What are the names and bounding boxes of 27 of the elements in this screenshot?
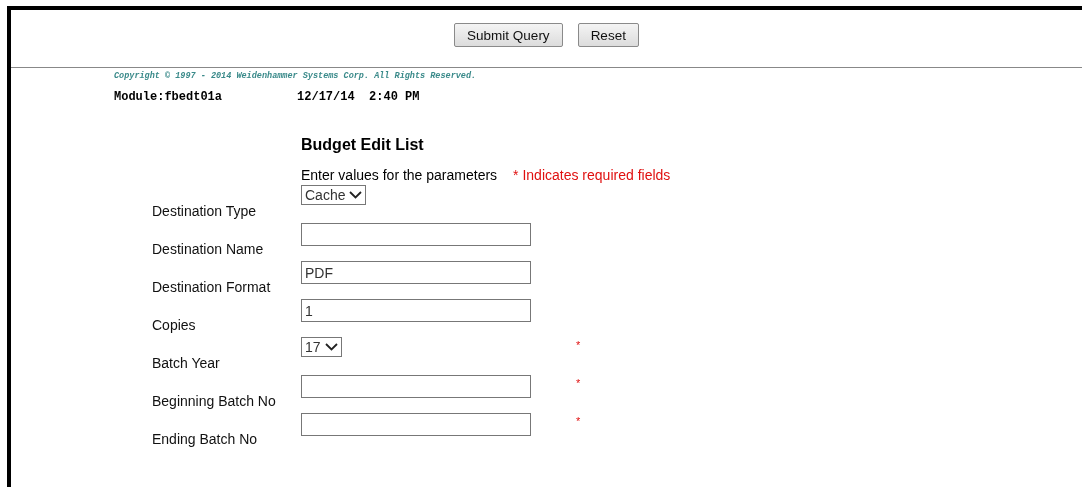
input-field[interactable] xyxy=(301,223,531,246)
field-label: Batch Year xyxy=(152,355,221,373)
required-mark: * xyxy=(575,338,581,351)
input-field[interactable] xyxy=(301,375,531,398)
module-name: Module:fbedt01a xyxy=(114,90,223,104)
required-mark: * xyxy=(575,414,581,427)
caret-icon xyxy=(324,343,338,351)
submit-button[interactable]: Submit Query xyxy=(454,23,563,47)
field-label: Beginning Batch No xyxy=(152,393,277,411)
field-label: Copies xyxy=(152,317,197,335)
reset-button[interactable]: Reset xyxy=(577,23,639,47)
input-field[interactable]: PDF xyxy=(301,261,531,284)
field-label: Destination Name xyxy=(152,241,265,259)
field-label: Ending Batch No xyxy=(152,431,259,449)
caret-icon xyxy=(349,191,363,199)
form-title: Budget Edit List xyxy=(301,136,425,154)
timestamp: 12/17/14 2:40 PM xyxy=(297,90,420,104)
field-label: Destination Format xyxy=(152,279,272,297)
dropdown[interactable]: Cache xyxy=(301,185,367,205)
input-field[interactable]: 1 xyxy=(301,299,531,322)
instructions-text: Enter values for the parameters xyxy=(301,167,498,183)
required-note: * Indicates required fields xyxy=(513,167,671,183)
required-mark: * xyxy=(575,376,581,389)
dropdown[interactable]: 17 xyxy=(301,337,342,357)
input-field[interactable] xyxy=(301,413,531,436)
copyright-text: Copyright © 1997 - 2014 Weidenhammer Systems Corp. All Rights Reserved. xyxy=(114,71,478,81)
field-label: Destination Type xyxy=(152,203,258,221)
